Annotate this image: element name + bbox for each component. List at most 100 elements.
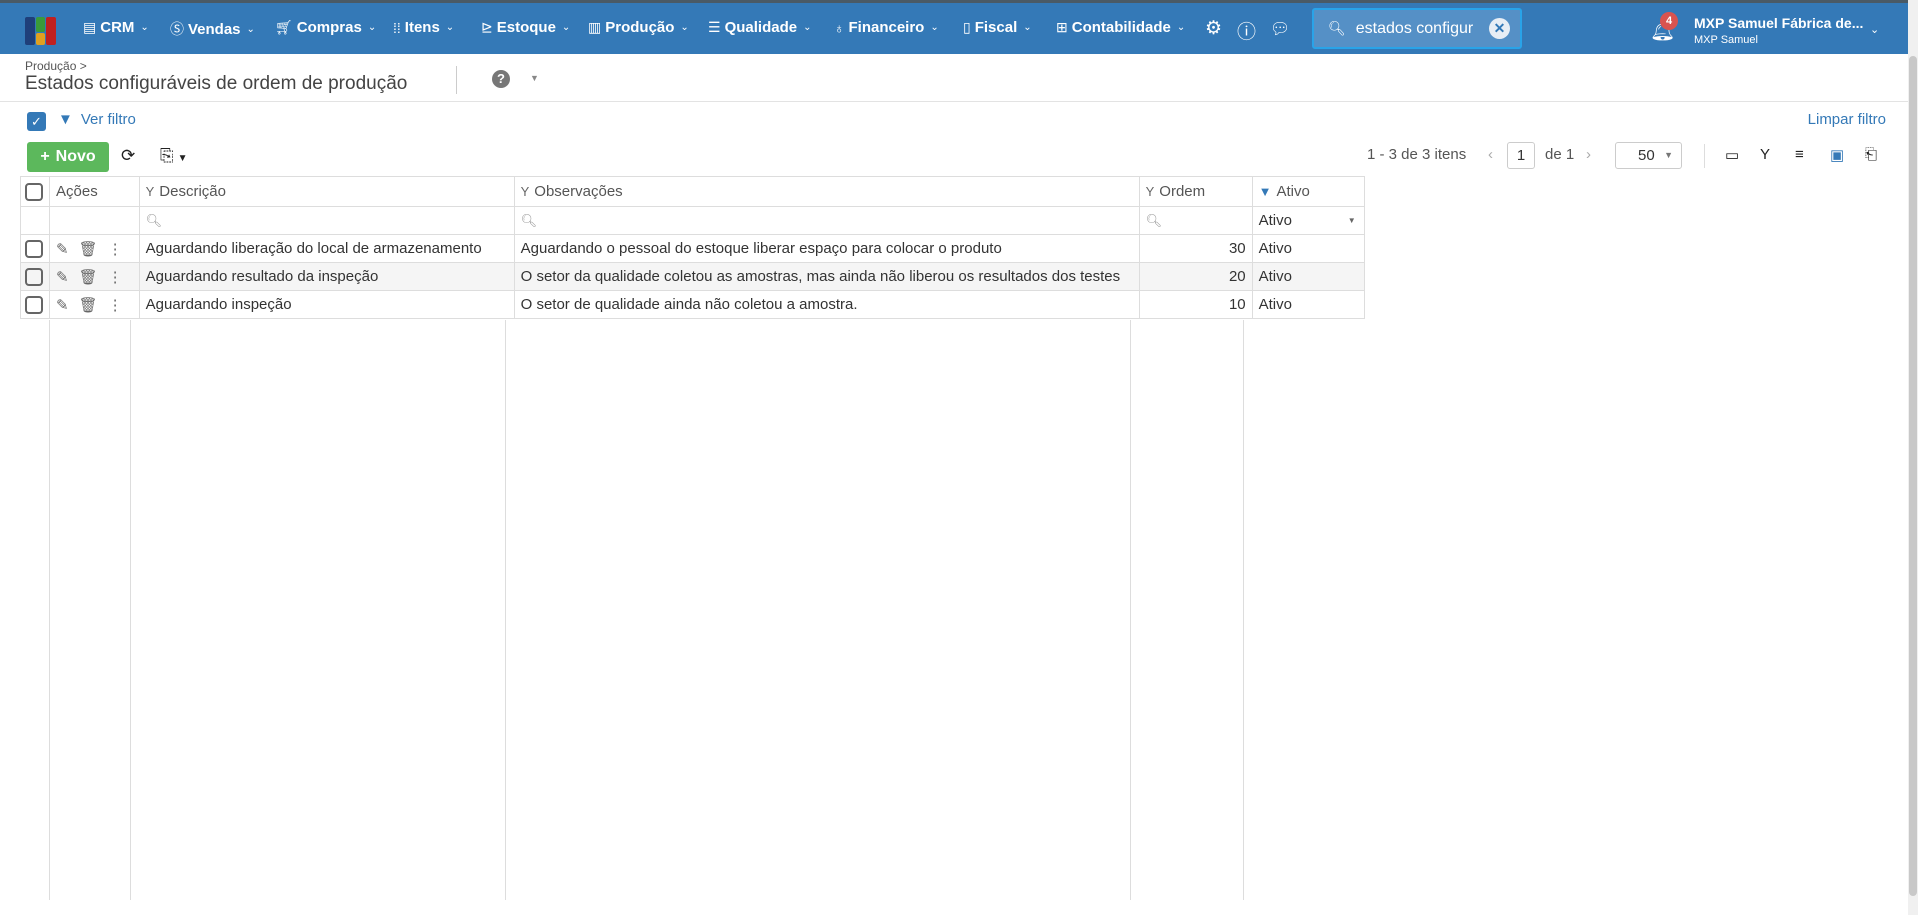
column-divider [505,320,506,900]
chat-icon[interactable]: 💬︎ [1270,19,1290,39]
column-chooser-icon[interactable]: ▭ [1725,146,1739,164]
filter-icon[interactable]: Y [521,184,530,199]
nav-crm[interactable]: ▤ CRM ⌄ [83,19,149,36]
prev-page-icon[interactable]: ‹ [1488,146,1493,163]
filter-icon[interactable]: Y [1146,184,1155,199]
next-page-icon[interactable]: › [1586,146,1591,163]
caret-down-icon: ▼ [1347,216,1356,225]
chevron-down-icon: ⌄ [561,22,571,33]
cell-observacoes: O setor de qualidade ainda não coletou a… [513,290,1140,319]
column-divider [1130,320,1131,900]
caret-down-icon: ▼ [177,153,188,164]
breadcrumb[interactable]: Produção > [25,59,87,73]
filter-icon[interactable]: Y [146,184,155,199]
refresh-icon[interactable]: ⟳ [121,146,135,166]
row-checkbox[interactable] [25,239,43,258]
chevron-down-icon[interactable]: ⌄ [1870,23,1879,36]
nav-qualidade[interactable]: ☰ Qualidade ⌄ [708,19,811,36]
nav-compras[interactable]: 🛒︎ Compras ⌄ [275,19,376,36]
divider [0,101,1908,102]
header-ordem[interactable]: Y Ordem [1138,176,1253,207]
filter-checkbox[interactable]: ✓ [27,112,46,131]
cell-descricao: Aguardando liberação do local de armazen… [138,234,515,263]
more-icon[interactable]: ⋮ [108,269,123,286]
header-descricao[interactable]: Y Descrição [138,176,515,207]
divider [1704,144,1705,168]
cell-observacoes: O setor da qualidade coletou as amostras… [513,262,1140,291]
caret-down-icon[interactable]: ▼ [530,73,539,83]
column-divider [49,320,50,900]
select-all-checkbox[interactable] [25,182,43,201]
search-input[interactable]: 🔍︎ estados configur ✕ [1312,8,1522,49]
restore-layout-icon[interactable]: ⎗ [1865,146,1877,163]
more-icon[interactable]: ⋮ [108,297,123,314]
user-name: MXP Samuel [1694,34,1758,46]
edit-icon[interactable]: ✎ [56,297,69,314]
nav-financeiro[interactable]: ♁ Financeiro ⌄ [834,19,939,36]
more-icon[interactable]: ⋮ [108,241,123,258]
trash-icon[interactable]: 🗑︎ [79,269,98,286]
search-icon: 🔍︎ [1145,213,1163,228]
page-size-select[interactable]: 50 ▼ [1615,142,1682,169]
ver-filtro-link[interactable]: ▼ Ver filtro [58,111,136,128]
clear-search-icon[interactable]: ✕ [1489,18,1510,39]
sort-icon[interactable]: ≡ [1795,146,1804,163]
filter-icon[interactable]: Y [1760,146,1770,163]
trash-icon[interactable]: 🗑︎ [79,241,98,258]
nav-itens[interactable]: ⁞⁞ Itens ⌄ [393,19,454,36]
export-icon[interactable]: ⎘ ▼ [160,146,188,166]
page-scrollbar[interactable] [1908,0,1918,915]
help-icon[interactable]: ⓘ [1237,17,1256,44]
cart-icon: 🛒︎ [275,19,293,35]
dolly-icon: ⊵ [481,19,493,35]
page-input[interactable]: 1 [1507,142,1535,169]
help-icon[interactable]: ? [492,70,510,88]
nav-vendas[interactable]: Ⓢ Vendas ⌄ [170,19,255,39]
items-icon: ⁞⁞ [393,19,401,36]
nav-estoque[interactable]: ⊵ Estoque ⌄ [481,19,570,36]
header-observacoes[interactable]: Y Observações [513,176,1140,207]
header-ativo[interactable]: ▼ Ativo [1251,176,1365,207]
cell-descricao: Aguardando resultado da inspeção [138,262,515,291]
nav-fiscal[interactable]: ▯ Fiscal ⌄ [963,19,1032,36]
gear-icon[interactable]: ⚙ [1205,17,1222,40]
calculator-icon: ⊞ [1056,19,1068,35]
scrollbar-thumb[interactable] [1909,56,1917,896]
cell-observacoes: Aguardando o pessoal do estoque liberar … [513,234,1140,263]
edit-icon[interactable]: ✎ [56,241,69,258]
divider [456,66,457,94]
moneybag-icon: ♁ [834,19,845,36]
ordem-filter-input[interactable]: 🔍︎ [1138,206,1253,235]
edit-icon[interactable]: ✎ [56,269,69,286]
ativo-filter-select[interactable]: Ativo ▼ [1251,206,1365,235]
page-of-label: de 1 [1545,146,1575,163]
table-row[interactable]: ✎ 🗑︎ ⋮ Aguardando liberação do local de ar… [20,234,1365,263]
header-acoes: Ações [49,176,140,207]
app-logo[interactable] [25,17,56,45]
table-row[interactable]: ✎ 🗑︎ ⋮ Aguardando inspeção O setor de qual… [20,290,1365,319]
chevron-down-icon: ⌄ [680,22,689,33]
caret-down-icon: ▼ [1664,150,1673,160]
cell-ativo: Ativo [1251,262,1365,291]
nav-producao[interactable]: ▥ Produção ⌄ [588,19,689,36]
chevron-down-icon: ⌄ [367,22,377,33]
user-menu[interactable]: MXP Samuel Fábrica de... MXP Samuel [1694,15,1863,46]
table-row[interactable]: ✎ 🗑︎ ⋮ Aguardando resultado da inspeção O … [20,262,1365,291]
nav-contabilidade[interactable]: ⊞ Contabilidade ⌄ [1056,19,1185,36]
chevron-down-icon: ⌄ [803,22,812,33]
notification-badge: 4 [1660,12,1678,30]
cell-ordem: 30 [1138,234,1253,263]
novo-button[interactable]: + Novo [27,142,109,172]
filter-active-icon[interactable]: ▼ [1259,184,1272,199]
row-checkbox[interactable] [25,267,43,286]
row-checkbox[interactable] [25,295,43,314]
observacoes-filter-input[interactable]: 🔍︎ [513,206,1140,235]
column-divider [1243,320,1244,900]
trash-icon[interactable]: 🗑︎ [79,297,98,314]
save-icon[interactable]: ▣ [1830,146,1844,164]
descricao-filter-input[interactable]: 🔍︎ [138,206,515,235]
plus-icon: + [40,148,50,165]
cell-ordem: 10 [1138,290,1253,319]
limpar-filtro-link[interactable]: Limpar filtro [1808,111,1886,128]
chevron-down-icon: ⌄ [1176,22,1186,33]
